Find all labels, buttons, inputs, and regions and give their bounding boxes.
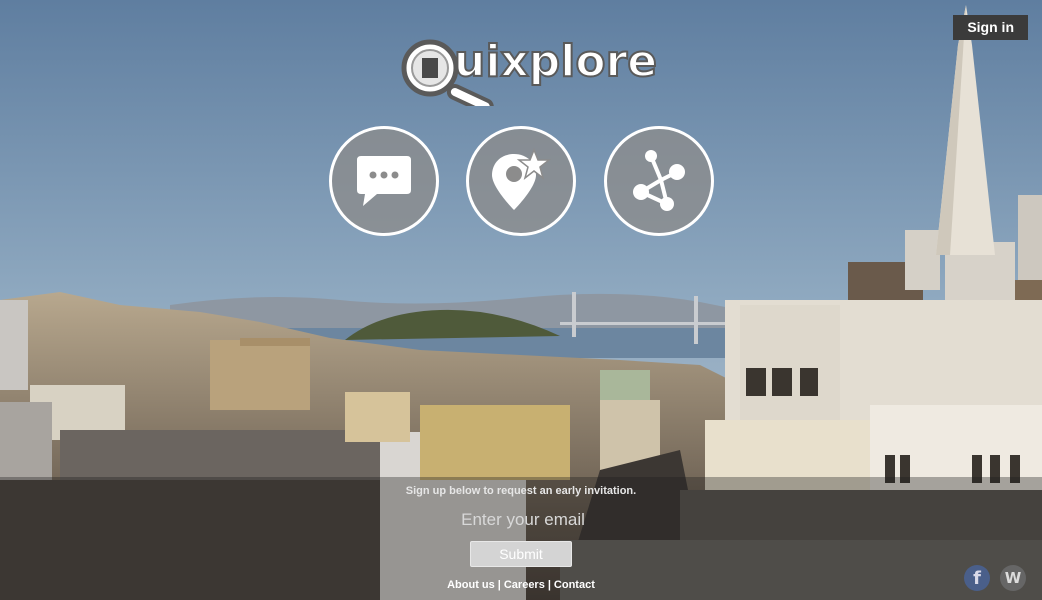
location-star-icon	[492, 148, 552, 210]
sign-in-button[interactable]: Sign in	[953, 15, 1028, 40]
quixplore-logo: uixplore	[396, 34, 658, 106]
footer-links: About us | Careers | Contact	[0, 579, 1042, 591]
footer-separator: |	[547, 579, 551, 591]
network-share-icon	[633, 150, 685, 211]
email-input[interactable]	[445, 506, 601, 534]
footer-separator: |	[497, 579, 501, 591]
careers-link[interactable]: Careers	[504, 579, 545, 591]
chat-feature-button[interactable]	[329, 126, 439, 236]
location-feature-button[interactable]	[466, 126, 576, 236]
facebook-icon[interactable]: f	[964, 565, 990, 591]
contact-link[interactable]: Contact	[554, 579, 595, 591]
submit-button[interactable]: Submit	[470, 541, 572, 567]
logo-text: uixplore	[453, 35, 658, 88]
network-feature-button[interactable]	[604, 126, 714, 236]
wordpress-icon[interactable]: W	[1000, 565, 1026, 591]
chat-bubble-icon	[357, 156, 411, 206]
invitation-message: Sign up below to request an early invita…	[405, 485, 637, 497]
about-us-link[interactable]: About us	[447, 579, 495, 591]
